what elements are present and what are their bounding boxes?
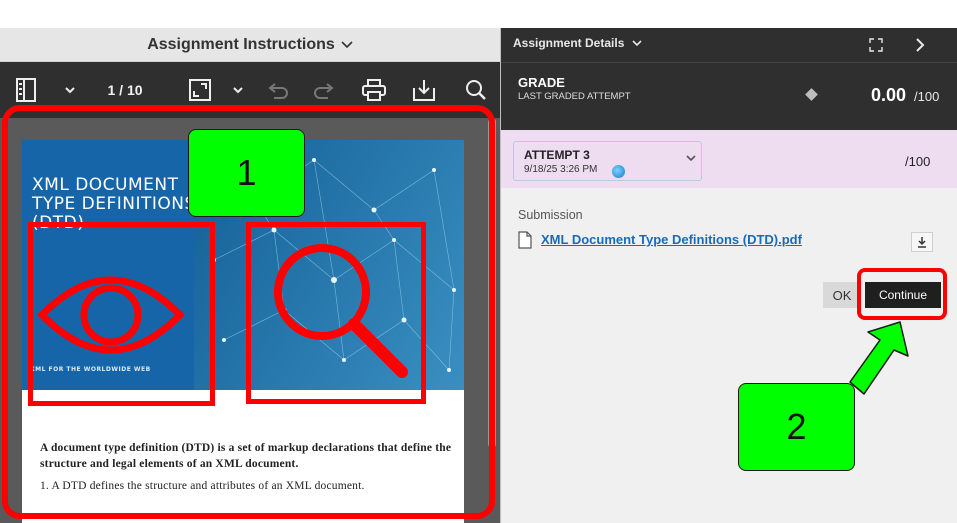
chevron-down-icon — [686, 154, 696, 165]
callout-2: 2 — [738, 383, 855, 471]
status-icon — [612, 165, 625, 178]
chevron-down-icon — [341, 36, 353, 54]
diamond-icon — [805, 88, 818, 101]
file-icon — [518, 231, 532, 254]
details-bar: Assignment Details — [501, 28, 957, 62]
instructions-header[interactable]: Assignment Instructions — [0, 28, 500, 62]
attempt-select[interactable]: ATTEMPT 3 9/18/25 3:26 PM — [513, 141, 702, 181]
highlight-box-continue — [857, 268, 947, 320]
callout-1: 1 — [188, 129, 305, 217]
attempt-label: ATTEMPT 3 — [524, 148, 590, 162]
expand-icon[interactable] — [869, 38, 883, 57]
submission-label: Submission — [518, 208, 583, 222]
chevron-right-icon[interactable] — [915, 37, 925, 58]
screenshot-root: Assignment Instructions 1 / 10 XML DOCUM… — [0, 0, 957, 523]
grade-score: 0.00 — [871, 85, 907, 105]
grade-subtitle: LAST GRADED ATTEMPT — [518, 91, 631, 102]
attempt-row: ATTEMPT 3 9/18/25 3:26 PM /100 — [501, 130, 957, 188]
grade-summary: GRADE LAST GRADED ATTEMPT 0.00 /100 — [501, 62, 957, 130]
magnifier-icon — [274, 244, 408, 378]
grade-max: /100 — [914, 89, 940, 104]
details-title-button[interactable]: Assignment Details — [513, 36, 642, 50]
ok-button[interactable]: OK — [823, 282, 861, 308]
grade-title: GRADE — [518, 75, 565, 90]
download-icon[interactable] — [911, 232, 933, 252]
instructions-title: Assignment Instructions — [147, 35, 335, 53]
attempt-max: /100 — [905, 154, 931, 169]
submission-file-link[interactable]: XML Document Type Definitions (DTD).pdf — [541, 232, 802, 247]
chevron-down-icon — [632, 40, 642, 47]
eye-icon — [37, 276, 185, 354]
details-title: Assignment Details — [513, 36, 625, 50]
attempt-date: 9/18/25 3:26 PM — [524, 164, 598, 175]
